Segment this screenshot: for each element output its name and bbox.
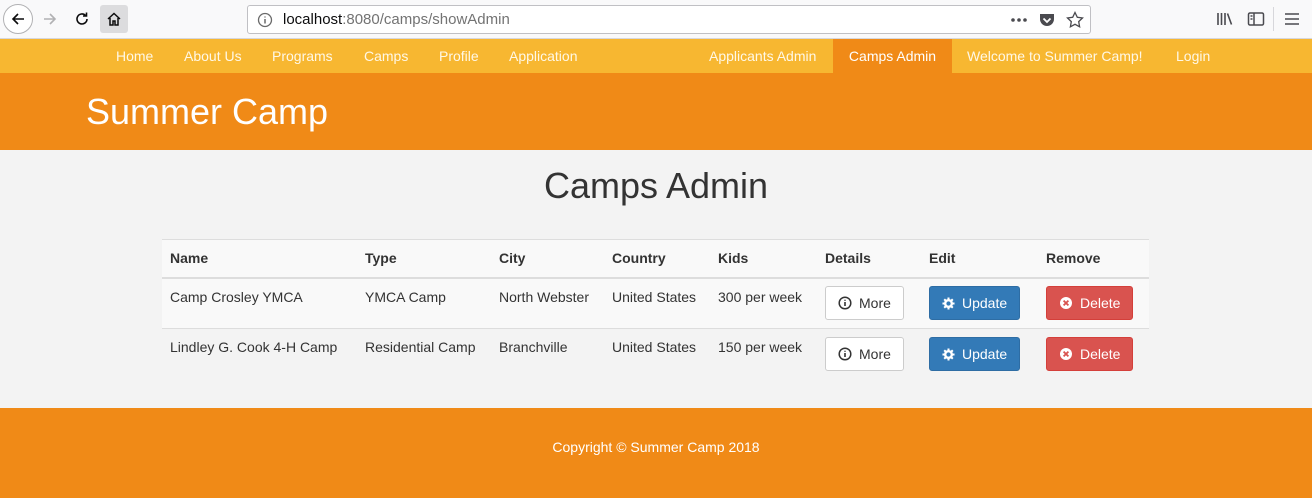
cell-country: United States [604, 277, 710, 329]
update-label: Update [962, 295, 1008, 312]
remove-circle-icon [1060, 348, 1072, 361]
cell-city: North Webster [491, 277, 604, 329]
header-type: Type [357, 239, 491, 279]
site-header: Summer Camp [0, 73, 1312, 150]
update-button[interactable]: Update [929, 337, 1021, 372]
delete-label: Delete [1080, 346, 1121, 363]
cell-remove: Delete [1038, 277, 1149, 329]
table-header-row: Name Type City Country Kids Details Edit… [162, 239, 1149, 279]
cell-country: United States [604, 328, 710, 380]
nav-applicants-admin[interactable]: Applicants Admin [694, 39, 831, 73]
arrow-left-icon [11, 13, 24, 25]
nav-about-us[interactable]: About Us [169, 39, 257, 73]
info-circle-icon [838, 347, 852, 361]
cell-city: Branchville [491, 328, 604, 380]
page-title: Camps Admin [543, 165, 769, 206]
bookmark-star-icon[interactable] [1066, 10, 1084, 29]
more-label: More [859, 346, 891, 363]
table-row: Camp Crosley YMCA YMCA Camp North Webste… [162, 277, 1149, 329]
more-button[interactable]: More [825, 286, 904, 321]
header-kids: Kids [710, 239, 817, 279]
library-icon[interactable] [1214, 8, 1236, 30]
site-title: Summer Camp [86, 91, 329, 132]
url-bar[interactable]: localhost:8080/camps/showAdmin [247, 5, 1091, 34]
cell-edit: Update [921, 277, 1038, 329]
back-button[interactable] [3, 4, 33, 34]
camps-table-container: Name Type City Country Kids Details Edit… [162, 239, 1149, 380]
header-remove: Remove [1038, 239, 1149, 279]
url-text[interactable]: localhost:8080/camps/showAdmin [283, 11, 510, 28]
cell-kids: 150 per week [710, 328, 817, 380]
site-footer: Copyright © Summer Camp 2018 [0, 408, 1312, 498]
page-actions-icon[interactable] [1010, 11, 1028, 29]
gear-icon [942, 348, 955, 361]
nav-camps[interactable]: Camps [349, 39, 423, 73]
cell-remove: Delete [1038, 328, 1149, 380]
header-edit: Edit [921, 239, 1038, 279]
more-button[interactable]: More [825, 337, 904, 372]
cell-type: YMCA Camp [357, 277, 491, 329]
nav-welcome[interactable]: Welcome to Summer Camp! [952, 39, 1158, 73]
cell-details: More [817, 328, 921, 380]
header-name: Name [162, 239, 357, 279]
delete-button[interactable]: Delete [1046, 337, 1134, 372]
update-label: Update [962, 346, 1008, 363]
cell-kids: 300 per week [710, 277, 817, 329]
home-icon [107, 12, 121, 26]
site-navbar: Home About Us Programs Camps Profile App… [0, 39, 1312, 73]
pocket-icon[interactable] [1038, 11, 1056, 29]
header-city: City [491, 239, 604, 279]
toolbar-separator [1273, 7, 1274, 31]
url-path: :8080/camps/showAdmin [342, 11, 510, 28]
delete-label: Delete [1080, 295, 1121, 312]
arrow-right-icon [44, 13, 57, 25]
reload-button[interactable] [68, 5, 96, 33]
browser-toolbar: localhost:8080/camps/showAdmin [0, 0, 1312, 39]
header-country: Country [604, 239, 710, 279]
more-label: More [859, 295, 891, 312]
hamburger-menu-icon[interactable] [1281, 8, 1303, 30]
nav-login[interactable]: Login [1161, 39, 1225, 73]
copyright-text: Copyright © Summer Camp 2018 [552, 439, 760, 455]
header-details: Details [817, 239, 921, 279]
url-host: localhost [283, 11, 343, 28]
cell-edit: Update [921, 328, 1038, 380]
cell-name: Camp Crosley YMCA [162, 277, 357, 329]
delete-button[interactable]: Delete [1046, 286, 1134, 321]
nav-home[interactable]: Home [101, 39, 168, 73]
nav-profile[interactable]: Profile [424, 39, 494, 73]
cell-details: More [817, 277, 921, 329]
nav-camps-admin[interactable]: Camps Admin [833, 39, 952, 73]
home-button[interactable] [100, 5, 128, 33]
cell-name: Lindley G. Cook 4-H Camp [162, 328, 357, 380]
forward-button[interactable] [36, 5, 64, 33]
camps-table: Name Type City Country Kids Details Edit… [162, 239, 1149, 380]
sidebar-icon[interactable] [1245, 8, 1267, 30]
info-icon[interactable] [257, 12, 273, 28]
nav-programs[interactable]: Programs [257, 39, 348, 73]
table-row: Lindley G. Cook 4-H Camp Residential Cam… [162, 328, 1149, 380]
gear-icon [942, 297, 955, 310]
info-circle-icon [838, 296, 852, 310]
update-button[interactable]: Update [929, 286, 1021, 321]
cell-type: Residential Camp [357, 328, 491, 380]
reload-icon [76, 12, 88, 25]
nav-application[interactable]: Application [494, 39, 593, 73]
remove-circle-icon [1060, 297, 1072, 310]
